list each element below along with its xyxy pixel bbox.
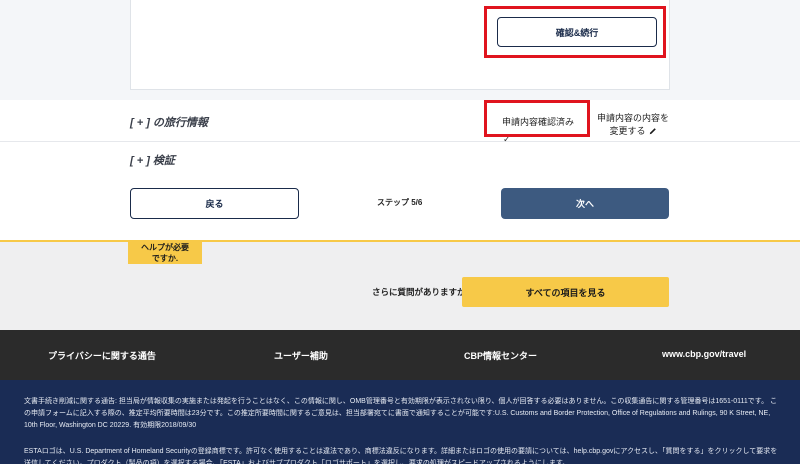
paperwork-notice: 文書手続き削減に関する通告: 担当局が情報収集の実施または発起を行うことはなく、… [24,398,778,429]
change-link-line2-wrap: 変更する [596,125,670,138]
footer-link-cbp-travel[interactable]: www.cbp.gov/travel [662,349,746,359]
footer-link-cbp-info[interactable]: CBP情報センター [464,349,537,362]
confirm-continue-button[interactable]: 確認&続行 [497,17,657,47]
change-link-line2: 変更する [609,126,646,136]
help-area: ヘルプが必要 ですか. さらに質問がありますか。 すべての項目を見る [0,240,800,330]
change-link-line1: 申請内容の内容を [596,113,669,123]
review-sections: [ + ] の旅行情報 申請内容確認済み ✓ 申請内容の内容を 変更する [ +… [0,100,800,240]
logo-trademark-notice: ESTAロゴは、U.S. Department of Homeland Secu… [24,448,778,464]
verify-section-title[interactable]: [ + ] 検証 [130,152,175,168]
top-panel: 確認&続行 [0,0,800,100]
travel-info-title[interactable]: [ + ] の旅行情報 [130,114,208,130]
help-tab[interactable]: ヘルプが必要 ですか. [128,240,202,264]
footer-link-accessibility[interactable]: ユーザー補助 [274,349,328,362]
highlight-box-status [484,100,590,137]
footer-nav: プライバシーに関する通告 ユーザー補助 CBP情報センター www.cbp.go… [0,330,800,380]
next-button[interactable]: 次へ [501,188,669,219]
back-button[interactable]: 戻る [130,188,299,219]
change-application-link[interactable]: 申請内容の内容を 変更する [596,112,670,138]
footer-link-privacy[interactable]: プライバシーに関する通告 [48,349,156,362]
help-tab-line1: ヘルプが必要 [141,243,189,252]
more-questions-text: さらに質問がありますか。 [372,287,474,297]
step-indicator: ステップ 5/6 [377,198,423,207]
travel-info-section[interactable]: [ + ] の旅行情報 申請内容確認済み ✓ 申請内容の内容を 変更する [0,100,800,144]
pencil-icon [649,128,656,135]
footer-legal: 文書手続き削減に関する通告: 担当局が情報収集の実施または発起を行うことはなく、… [0,380,800,464]
help-tab-line2: ですか. [151,254,179,263]
view-all-faq-button[interactable]: すべての項目を見る [462,277,669,307]
